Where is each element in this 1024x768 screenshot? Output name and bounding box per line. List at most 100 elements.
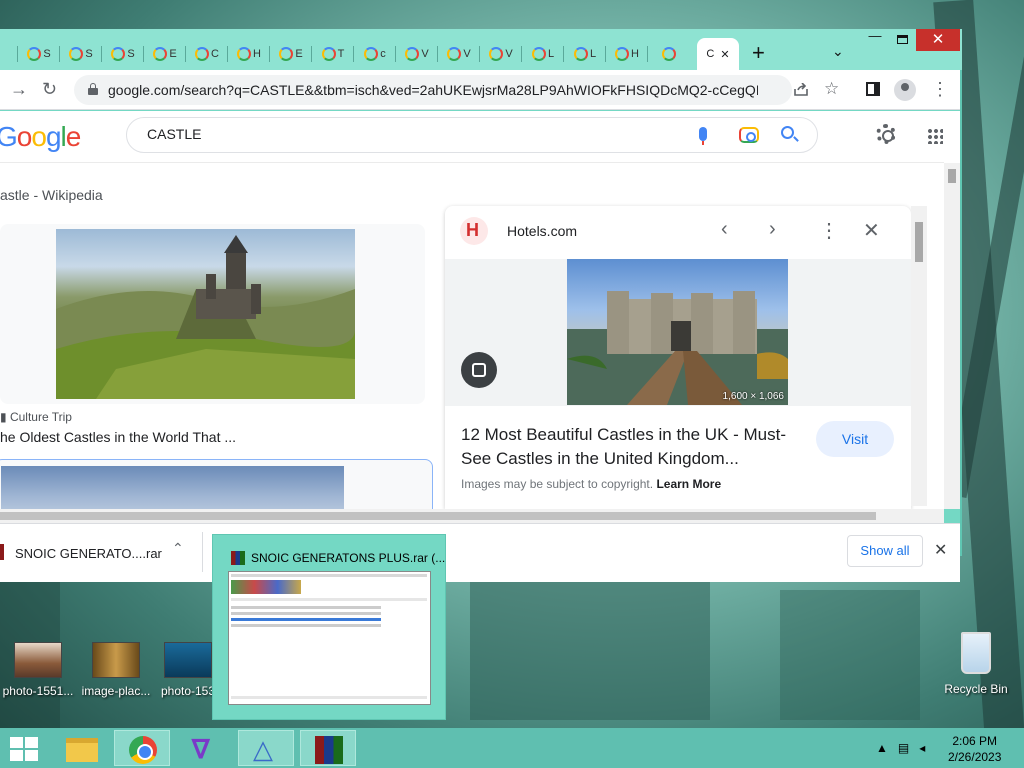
google-header: Google (0, 111, 944, 163)
taskbar-file-explorer[interactable] (54, 730, 110, 766)
google-favicon-icon (531, 47, 546, 61)
window-close-button[interactable]: ✕ (916, 29, 960, 51)
learn-more-link[interactable]: Learn More (656, 477, 721, 491)
panel-image-area: 1,600 × 1,066 (445, 259, 911, 406)
tab[interactable]: T (312, 38, 354, 70)
horizontal-scrollbar[interactable] (0, 509, 944, 523)
more-menu-icon[interactable]: ⋮ (931, 80, 949, 98)
tab[interactable] (648, 38, 690, 70)
tab[interactable] (0, 38, 18, 70)
download-file-name[interactable]: SNOIC GENERATO....rar (15, 546, 162, 561)
tab-search-chevron-icon[interactable]: ⌄ (832, 43, 844, 60)
google-favicon-icon (279, 47, 294, 61)
desktop-icon-image-placeholder[interactable]: image-plac... (78, 638, 154, 698)
result-title[interactable]: he Oldest Castles in the World That ... (0, 429, 236, 445)
chrome-window: S S S E C H E T c V V V L L H C ✕ + ⌄ — … (0, 29, 962, 582)
download-options-chevron-icon[interactable]: ⌃ (172, 540, 184, 557)
reload-icon[interactable]: ↻ (42, 79, 57, 100)
google-logo[interactable]: Google (0, 121, 81, 153)
visual-studio-icon: ∇ (192, 734, 210, 764)
side-panel-icon[interactable] (866, 82, 880, 96)
more-options-icon[interactable]: ⋮ (819, 218, 839, 243)
panel-image-castle[interactable]: 1,600 × 1,066 (567, 259, 788, 405)
google-favicon-icon (447, 47, 462, 61)
window-minimize-button[interactable]: — (862, 29, 888, 46)
settings-gear-icon[interactable] (876, 124, 896, 144)
google-favicon-icon (111, 47, 126, 61)
google-favicon-icon (153, 47, 168, 61)
tab[interactable]: H (228, 38, 270, 70)
tab[interactable]: S (18, 38, 60, 70)
microphone-icon[interactable] (699, 127, 707, 145)
image-file-icon (92, 642, 140, 678)
tab[interactable]: C (186, 38, 228, 70)
search-inside-image-icon[interactable] (461, 352, 497, 388)
panel-image-title[interactable]: 12 Most Beautiful Castles in the UK - Mu… (461, 423, 811, 471)
google-lens-icon[interactable] (739, 127, 759, 143)
start-button[interactable] (10, 737, 38, 761)
tab[interactable]: S (102, 38, 144, 70)
tab[interactable]: S (60, 38, 102, 70)
search-input[interactable] (147, 126, 647, 142)
result-image-sky (1, 466, 344, 509)
forward-arrow-icon[interactable]: → (10, 79, 28, 100)
panel-scrollbar[interactable] (911, 206, 927, 506)
next-chevron-icon[interactable]: › (769, 218, 776, 241)
image-dimensions: 1,600 × 1,066 (722, 391, 784, 402)
close-downloads-bar-icon[interactable]: ✕ (934, 540, 947, 560)
tab[interactable]: L (564, 38, 606, 70)
tab[interactable]: E (270, 38, 312, 70)
google-favicon-icon (615, 47, 630, 61)
google-favicon-icon (364, 47, 379, 61)
result-caption-wikipedia[interactable]: astle - Wikipedia (0, 187, 103, 203)
tab[interactable]: V (480, 38, 522, 70)
network-icon[interactable]: ▤ (898, 741, 909, 755)
taskbar-chrome[interactable] (114, 730, 170, 766)
profile-avatar-icon[interactable] (894, 79, 916, 101)
tab[interactable]: L (522, 38, 564, 70)
previous-chevron-icon[interactable]: ‹ (721, 218, 728, 241)
taskbar-thumbnail-preview[interactable]: SNOIC GENERATONS PLUS.rar (... (212, 534, 446, 720)
taskbar-visual-studio[interactable]: ∇ (178, 730, 234, 766)
bookmark-star-icon[interactable]: ☆ (824, 79, 839, 99)
show-hidden-icons-icon[interactable]: ▲ (876, 741, 888, 755)
tab[interactable]: E (144, 38, 186, 70)
tab[interactable]: c (354, 38, 396, 70)
google-favicon-icon (237, 47, 252, 61)
share-icon[interactable] (793, 83, 809, 97)
castle-bridge-illustration (567, 291, 788, 405)
image-preview-panel: Hotels.com ‹ › ⋮ ✕ (445, 206, 911, 509)
panel-site-name[interactable]: Hotels.com (507, 223, 577, 239)
address-url[interactable]: google.com/search?q=CASTLE&&tbm=isch&ved… (108, 82, 758, 98)
search-icon[interactable] (781, 126, 794, 139)
result-image-castle-hill[interactable] (56, 229, 355, 399)
winrar-books-icon (315, 736, 343, 764)
show-all-downloads-button[interactable]: Show all (847, 535, 923, 567)
result-card-selected[interactable] (0, 459, 433, 509)
taskbar-clock[interactable]: 2:06 PM 2/26/2023 (948, 733, 1001, 765)
winrar-icon (231, 551, 245, 565)
tab[interactable]: V (396, 38, 438, 70)
address-bar[interactable]: google.com/search?q=CASTLE&&tbm=isch&ved… (74, 75, 839, 105)
taskbar-app[interactable]: △ (238, 730, 294, 766)
tab[interactable]: H (606, 38, 648, 70)
google-favicon-icon (69, 47, 84, 61)
google-apps-icon[interactable] (927, 128, 943, 144)
google-favicon-icon (27, 47, 42, 61)
volume-icon[interactable]: ◂ (919, 741, 925, 755)
desktop-icon-recycle-bin[interactable]: Recycle Bin (940, 632, 1012, 696)
desktop-icon-photo-1[interactable]: photo-1551... (0, 638, 76, 698)
tab[interactable]: V (438, 38, 480, 70)
taskbar-winrar[interactable] (300, 730, 356, 766)
google-favicon-icon (573, 47, 588, 61)
favicon-icon: ▮ (0, 410, 10, 424)
tab-close-icon[interactable]: ✕ (720, 48, 729, 61)
new-tab-button[interactable]: + (752, 42, 765, 64)
window-maximize-button[interactable] (897, 35, 908, 44)
winrar-window-thumbnail (228, 571, 431, 705)
page-scrollbar[interactable] (944, 163, 960, 509)
visit-button[interactable]: Visit (816, 421, 894, 457)
lock-icon (88, 83, 98, 95)
close-panel-icon[interactable]: ✕ (863, 218, 880, 243)
tab-active[interactable]: C ✕ (697, 38, 739, 70)
